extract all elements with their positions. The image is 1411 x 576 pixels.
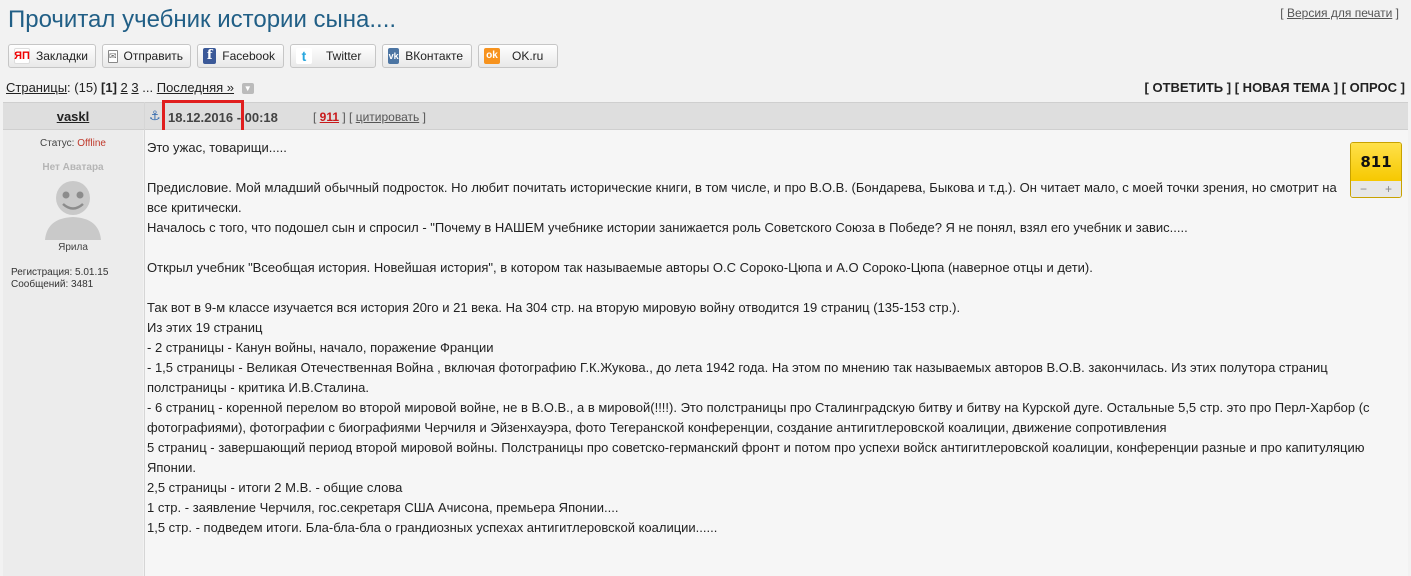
post-author: vaskl (3, 103, 143, 131)
post-text: Это ужас, товарищи..... Предисловие. Мой … (147, 138, 1393, 538)
share-label: Закладки (36, 49, 88, 63)
reply-button[interactable]: [ ОТВЕТИТЬ ] (1145, 80, 1232, 95)
vkontakte-icon: vk (388, 48, 400, 64)
share-button-bookmarks[interactable]: ЯП Закладки (8, 44, 96, 68)
post-line: 1,5 стр. - подведем итоги. Бла-бла-бла о… (147, 520, 718, 535)
pages-label[interactable]: Страницы (6, 80, 67, 95)
twitter-icon: t (296, 48, 312, 64)
post-line (147, 158, 1393, 178)
rating-buttons: − + (1351, 181, 1401, 197)
post-line (147, 238, 1393, 258)
post-line: Это ужас, товарищи..... (147, 140, 287, 155)
pagination-ellipsis: ... (142, 80, 154, 95)
post-line: Началось с того, что подошел сын и спрос… (147, 220, 1188, 235)
share-button-facebook[interactable]: f Facebook (197, 44, 284, 68)
post-line (147, 278, 1393, 298)
status-label: Статус: (40, 138, 75, 149)
print-version-link[interactable]: Версия для печати (1287, 6, 1392, 20)
post-line: - 6 страниц - коренной перелом во второй… (147, 400, 1370, 435)
share-button-send[interactable]: ✉ Отправить (102, 44, 191, 68)
rating-value: 811 (1351, 143, 1401, 181)
share-bar: ЯП Закладки ✉ Отправить f Facebook t Twi… (8, 44, 564, 68)
avatar-text: Нет Аватара (42, 162, 104, 173)
page-title: Прочитал учебник истории сына.... (8, 6, 397, 33)
facebook-icon: f (203, 48, 217, 64)
post: vaskl ⚓ 18.12.2016 - 00:18 [ 911 ] [ цит… (3, 100, 1408, 576)
post-line: Открыл учебник "Всеобщая история. Новейш… (147, 260, 1093, 275)
rating-minus-button[interactable]: − (1360, 181, 1367, 197)
avatar-name: Ярила (58, 242, 88, 253)
odnoklassniki-icon: ok (484, 48, 500, 64)
author-status: Статус: Offline (3, 138, 143, 149)
no-avatar-icon: Нет Аватара (42, 162, 104, 240)
share-label: Facebook (222, 49, 275, 63)
yandex-bookmarks-icon: ЯП (14, 48, 30, 64)
pagination: Страницы: (15) [1] 2 3 ... Последняя » ▼ (6, 80, 254, 95)
post-line: Предисловие. Мой младший обычный подрост… (147, 180, 1337, 215)
last-page-link[interactable]: Последняя » (157, 80, 234, 95)
poll-button[interactable]: [ ОПРОС ] (1342, 80, 1405, 95)
new-topic-button[interactable]: [ НОВАЯ ТЕМА ] (1235, 80, 1338, 95)
post-line: 2,5 страницы - итоги 2 М.В. - общие слов… (147, 480, 403, 495)
page-dropdown-icon[interactable]: ▼ (241, 83, 254, 95)
page-count: (15) (74, 80, 98, 95)
rating-plus-button[interactable]: + (1385, 181, 1392, 197)
share-button-twitter[interactable]: t Twitter (290, 44, 376, 68)
post-header: vaskl ⚓ 18.12.2016 - 00:18 [ 911 ] [ цит… (3, 100, 1408, 134)
quote-link[interactable]: цитировать (356, 110, 420, 124)
post-line: 5 страниц - завершающий период второй ми… (147, 440, 1365, 475)
post-line: - 1,5 страницы - Великая Отечественная В… (147, 360, 1328, 395)
post-rating: 811 − + (1350, 142, 1402, 198)
status-value: Offline (77, 138, 106, 149)
topic-actions: [ ОТВЕТИТЬ ] [ НОВАЯ ТЕМА ] [ ОПРОС ] (1145, 80, 1405, 95)
post-number-link[interactable]: 911 (320, 110, 339, 124)
post-body: Это ужас, товарищи..... Предисловие. Мой … (145, 130, 1408, 576)
pagination-row: Страницы: (15) [1] 2 3 ... Последняя » ▼… (6, 80, 1411, 98)
avatar: Нет Аватара (33, 160, 113, 240)
share-button-vkontakte[interactable]: vk ВКонтакте (382, 44, 472, 68)
mail-icon: ✉ (108, 49, 118, 63)
post-line: - 2 страницы - Канун войны, начало, пора… (147, 340, 494, 355)
page-link-2[interactable]: 2 (121, 80, 128, 95)
author-link[interactable]: vaskl (57, 109, 90, 124)
post-line: 1 стр. - заявление Черчиля, гос.секретар… (147, 500, 619, 515)
author-column: Статус: Offline Нет Аватара Ярила Регист… (3, 130, 143, 576)
share-label: ВКонтакте (405, 49, 463, 63)
post-line: Из этих 19 страниц (147, 320, 263, 335)
message-count: Сообщений: 3481 (11, 279, 94, 290)
post-meta: [ 911 ] [ цитировать ] (313, 110, 426, 124)
author-stats: Регистрация: 5.01.15 Сообщений: 3481 (11, 267, 108, 291)
post-line: Так вот в 9-м классе изучается вся истор… (147, 300, 961, 315)
current-page: [1] (101, 80, 117, 95)
share-button-okru[interactable]: ok OK.ru (478, 44, 558, 68)
print-version: [ Версия для печати ] (1280, 6, 1399, 20)
share-label: Отправить (123, 49, 184, 63)
share-label: OK.ru (512, 49, 544, 63)
anchor-icon[interactable]: ⚓ (149, 109, 161, 123)
date-highlight-box (162, 100, 244, 134)
page-link-3[interactable]: 3 (131, 80, 138, 95)
share-label: Twitter (326, 49, 362, 63)
registration-date: Регистрация: 5.01.15 (11, 267, 109, 278)
